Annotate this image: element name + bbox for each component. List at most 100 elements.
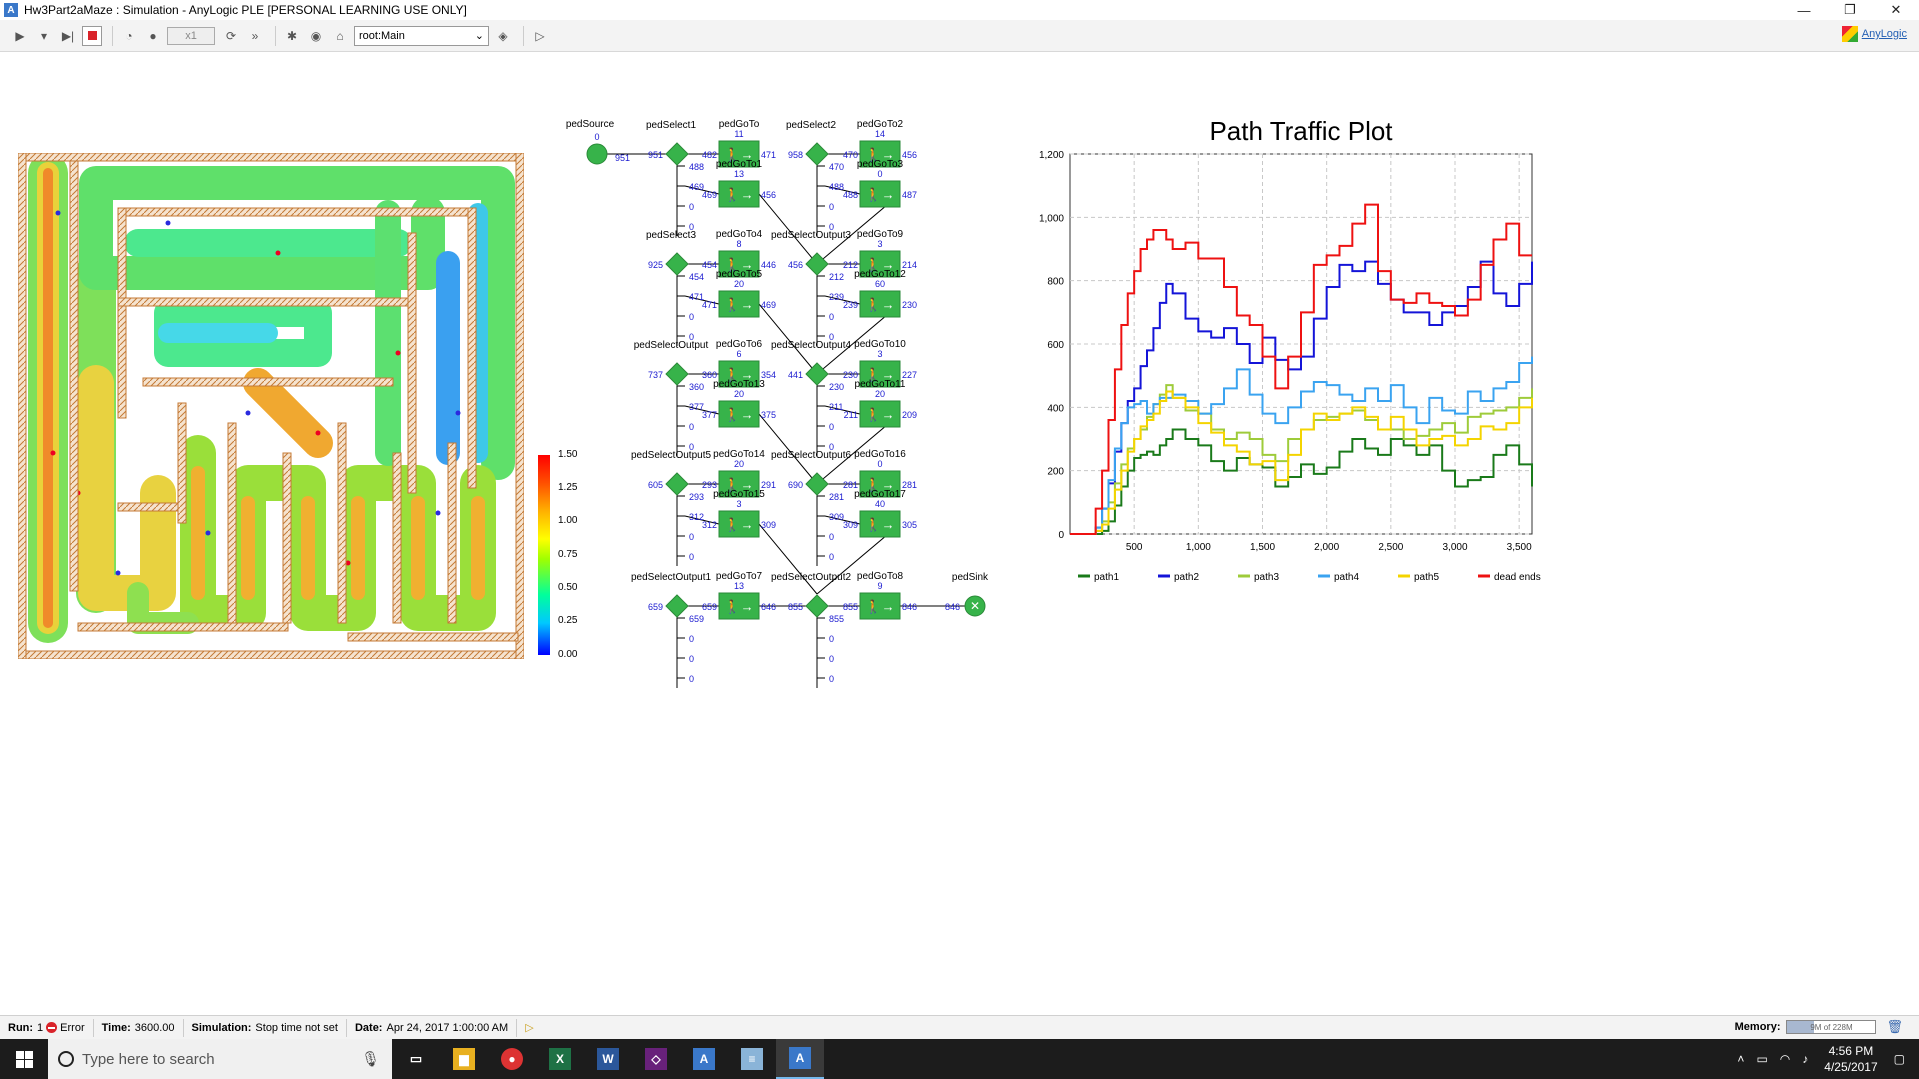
- flow-count: 230: [902, 300, 917, 310]
- date-status: Date: Apr 24, 2017 1:00:00 AM: [347, 1018, 518, 1037]
- flow-count: 659: [702, 602, 717, 612]
- task-view-icon[interactable]: ▭: [392, 1039, 440, 1079]
- chevron-up-icon[interactable]: ˄: [1737, 1052, 1744, 1066]
- view-selector[interactable]: root:Main ⌄: [354, 25, 489, 46]
- taskbar-search[interactable]: Type here to search 🎙: [48, 1039, 392, 1079]
- flow-count: 469: [761, 300, 776, 310]
- faster-icon[interactable]: ●: [143, 26, 163, 46]
- excel-icon[interactable]: X: [536, 1039, 584, 1079]
- wifi-icon[interactable]: ◠: [1780, 1052, 1790, 1066]
- legend-label: path5: [1414, 572, 1439, 583]
- flow-count: 40: [875, 499, 885, 509]
- navigate-back-icon[interactable]: ✱: [282, 26, 302, 46]
- view-area-icon[interactable]: ◈: [493, 26, 513, 46]
- volume-icon[interactable]: ♪: [1802, 1052, 1808, 1066]
- taskbar-clock[interactable]: 4:56 PM 4/25/2017: [1824, 1043, 1877, 1075]
- close-button[interactable]: ✕: [1873, 0, 1919, 20]
- x-tick-label: 3,000: [1442, 542, 1467, 553]
- goto-block-pedGoTo3: 🚶→: [859, 180, 901, 208]
- flow-block-label: pedSelectOutput3: [771, 230, 851, 241]
- slower-icon[interactable]: ◔: [119, 26, 139, 46]
- goto-block-pedGoTo1: 🚶→: [718, 180, 760, 208]
- x-tick-label: 500: [1126, 542, 1143, 553]
- flow-count: 211: [829, 402, 843, 412]
- window-titlebar: A Hw3Part2aMaze : Simulation - AnyLogic …: [0, 0, 1919, 20]
- notepad-icon[interactable]: ≡: [728, 1039, 776, 1079]
- notifications-icon[interactable]: ▢: [1894, 1052, 1905, 1066]
- y-tick-label: 800: [1047, 277, 1064, 288]
- flow-count: 441: [788, 370, 803, 380]
- garbage-collect-icon[interactable]: 🗑: [1886, 1019, 1903, 1035]
- flow-count: 281: [829, 492, 844, 502]
- select-block-pedSelect2: [805, 142, 829, 166]
- navigate-home-icon[interactable]: ◉: [306, 26, 326, 46]
- chart-legend: path1 path2 path3 path4 path5 dead ends: [1078, 572, 1541, 583]
- flow-count: 309: [829, 512, 844, 522]
- legend-label: path2: [1174, 572, 1199, 583]
- flow-count: 0: [689, 532, 694, 542]
- virtual-time-icon[interactable]: ⟳: [221, 26, 241, 46]
- flow-block-label: pedSelect1: [646, 120, 696, 131]
- anylogic-logo-icon: [1841, 26, 1858, 42]
- flow-block-label: pedSelect2: [786, 120, 836, 131]
- anylogic-taskbar-icon[interactable]: A: [680, 1039, 728, 1079]
- flow-count: 0: [829, 202, 834, 212]
- clock-date: 4/25/2017: [1824, 1060, 1878, 1074]
- maze-svg: [17, 152, 525, 660]
- flow-count: 646: [761, 602, 776, 612]
- stop-button[interactable]: [82, 25, 102, 46]
- select-block-pedSelectOutput2: [805, 594, 829, 618]
- flow-count: 3: [877, 349, 882, 359]
- simulation-toolbar: ▶ ▾ ▶| ◔ ● x1 ⟳ » ✱ ◉ ⌂ root:Main ⌄ ◈ ▷ …: [0, 20, 1919, 52]
- flow-count: 312: [702, 520, 717, 530]
- chrome-icon[interactable]: ●: [488, 1039, 536, 1079]
- select-block-pedSelectOutput: [665, 362, 689, 386]
- time-status: Time: 3600.00: [94, 1018, 184, 1037]
- status-bar: Run: 1 Error Time: 3600.00 Simulation: S…: [0, 1015, 1919, 1039]
- flow-count: 958: [788, 150, 803, 160]
- file-explorer-icon[interactable]: ▆: [440, 1039, 488, 1079]
- battery-icon[interactable]: ▭: [1756, 1052, 1767, 1066]
- legend-label: path3: [1254, 572, 1279, 583]
- y-tick-label: 600: [1047, 340, 1064, 351]
- flow-count: 0: [829, 634, 834, 644]
- flow-count: 377: [702, 410, 717, 420]
- anylogic-link[interactable]: AnyLogic: [1841, 26, 1907, 42]
- clock-time: 4:56 PM: [1828, 1044, 1874, 1058]
- goto-block-pedGoTo11: 🚶→: [859, 400, 901, 428]
- flow-count: 454: [689, 272, 704, 282]
- anylogic-model-taskbar-icon[interactable]: A: [776, 1039, 824, 1079]
- flow-count: 456: [788, 260, 803, 270]
- flow-count: 20: [734, 389, 744, 399]
- flow-count: 20: [875, 389, 885, 399]
- word-icon[interactable]: W: [584, 1039, 632, 1079]
- flow-count: 20: [734, 459, 744, 469]
- flow-count: 659: [648, 602, 663, 612]
- flow-count: 951: [615, 153, 630, 163]
- flow-block-label: pedSink: [952, 572, 989, 583]
- flow-count: 470: [829, 162, 844, 172]
- run-icon[interactable]: ▶: [10, 26, 30, 46]
- y-tick-label: 0: [1058, 530, 1064, 541]
- flow-block-label: pedSelectOutput5: [631, 450, 711, 461]
- realtime-icon[interactable]: »: [245, 26, 265, 46]
- play-arrow-icon[interactable]: ▷: [517, 1019, 541, 1037]
- goto-block-pedGoTo17: 🚶→: [859, 510, 901, 538]
- flow-count: 293: [689, 492, 704, 502]
- select-block-pedSelectOutput3: [805, 252, 829, 276]
- navigate-up-icon[interactable]: ⌂: [330, 26, 350, 46]
- pause-arrow-icon[interactable]: ▷: [530, 26, 550, 46]
- flow-block-label: pedSelectOutput: [634, 340, 709, 351]
- step-icon[interactable]: ▶|: [58, 26, 78, 46]
- flow-count: 925: [648, 260, 663, 270]
- microphone-icon[interactable]: 🎙: [361, 1050, 380, 1068]
- flow-count: 482: [702, 150, 717, 160]
- flow-count: 0: [829, 532, 834, 542]
- process-flowchart: pedSource 0 951 pedSelect1 951 488 469 0 0 🚶→ pedG…: [555, 112, 995, 702]
- visual-studio-icon[interactable]: ◇: [632, 1039, 680, 1079]
- run-dropdown-icon[interactable]: ▾: [34, 26, 54, 46]
- restore-button[interactable]: ❐: [1827, 0, 1873, 20]
- windows-start-icon[interactable]: [0, 1039, 48, 1079]
- minimize-button[interactable]: —: [1781, 0, 1827, 20]
- flow-count: 487: [902, 190, 917, 200]
